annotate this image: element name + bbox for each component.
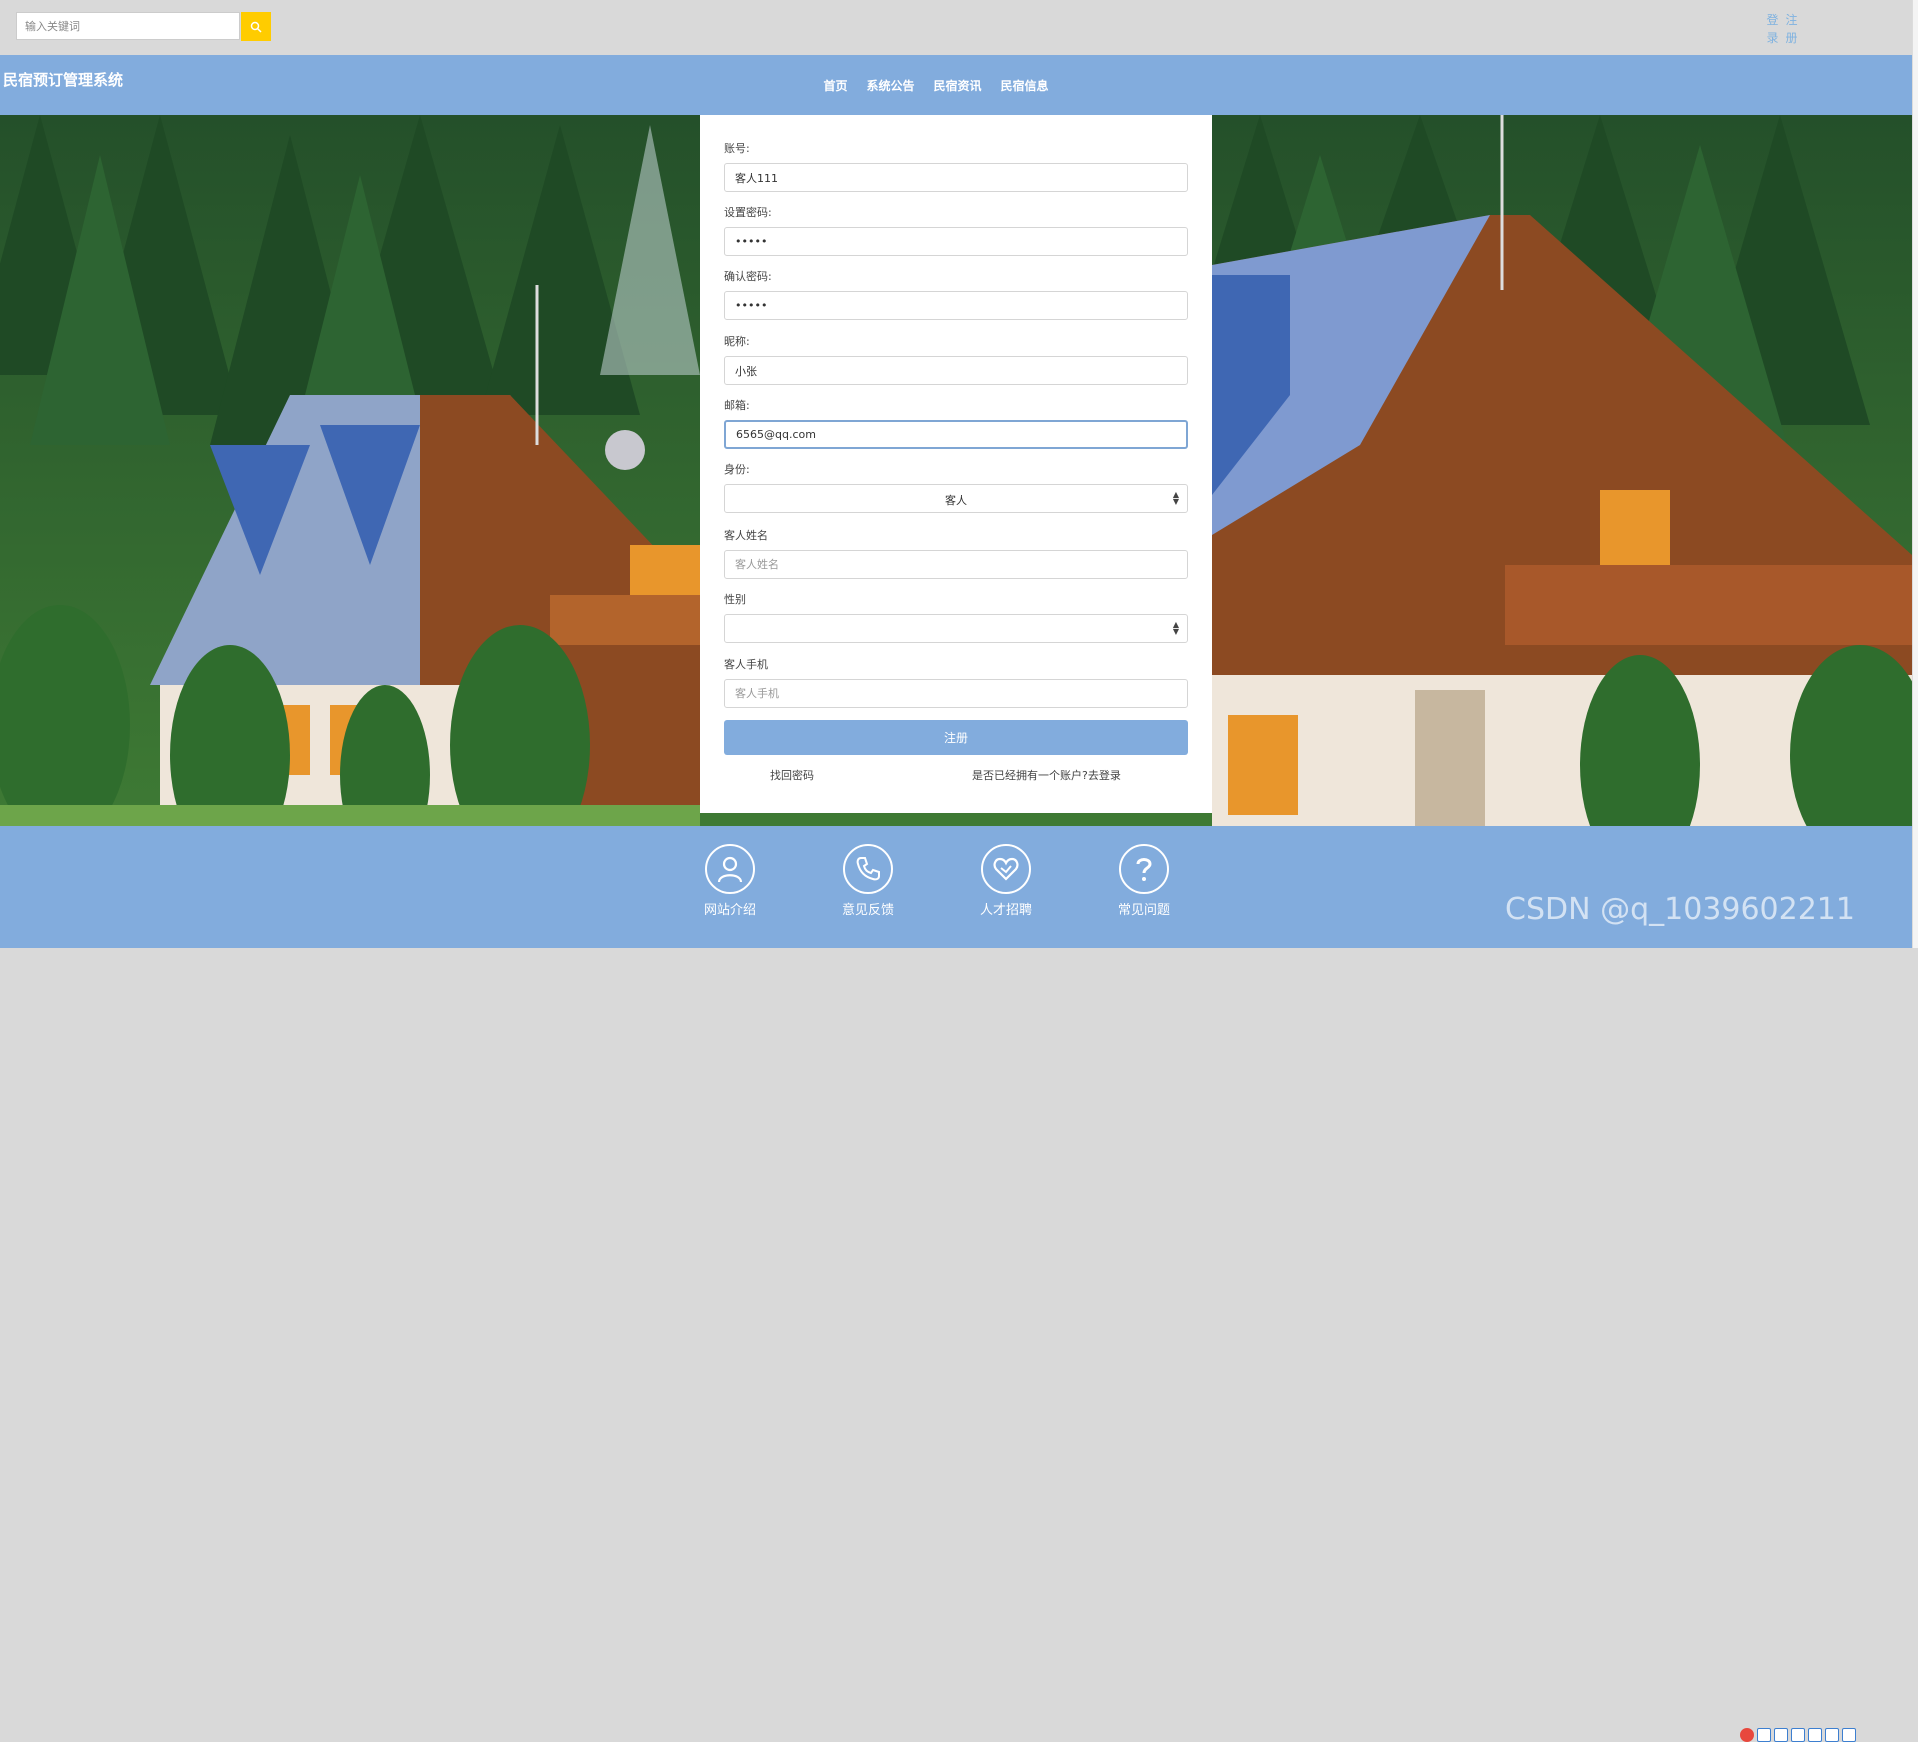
ime-mode-icon — [1757, 1728, 1771, 1742]
gender-label: 性别 — [724, 593, 746, 606]
account-label: 账号: — [724, 142, 750, 155]
footer-faq[interactable]: 常见问题 — [1104, 844, 1184, 918]
footer-careers-label: 人才招聘 — [979, 903, 1032, 918]
role-select[interactable]: 客人 ▲ ▼ — [724, 484, 1188, 513]
question-icon — [1119, 844, 1169, 894]
guest-phone-label: 客人手机 — [724, 658, 768, 671]
footer-about[interactable]: 网站介绍 — [690, 844, 770, 918]
footer-careers[interactable]: 人才招聘 — [966, 844, 1046, 918]
user-icon — [705, 844, 755, 894]
nav-news[interactable]: 民宿资讯 — [934, 77, 982, 94]
footer-feedback[interactable]: 意见反馈 — [828, 844, 908, 918]
watermark: CSDN @q_1039602211 — [1505, 892, 1855, 927]
ime-logo-icon — [1740, 1728, 1754, 1742]
ime-keyboard-icon — [1808, 1728, 1822, 1742]
phone-icon — [843, 844, 893, 894]
go-login-link[interactable]: 是否已经拥有一个账户?去登录 — [972, 767, 1121, 783]
nav-home[interactable]: 首页 — [823, 77, 847, 94]
search-icon — [250, 21, 262, 33]
guest-phone-input[interactable] — [724, 679, 1188, 708]
password-input[interactable] — [724, 227, 1188, 256]
password-label: 设置密码: — [724, 206, 772, 219]
login-link[interactable]: 登录 — [1766, 11, 1779, 47]
forgot-password-link[interactable]: 找回密码 — [770, 767, 814, 783]
ime-tools-icon — [1842, 1728, 1856, 1742]
ime-skin-icon — [1825, 1728, 1839, 1742]
footer-about-label: 网站介绍 — [703, 903, 756, 918]
confirm-password-input[interactable] — [724, 291, 1188, 320]
footer-feedback-label: 意见反馈 — [841, 903, 894, 918]
email-label: 邮箱: — [724, 399, 750, 412]
register-button[interactable]: 注册 — [724, 720, 1188, 755]
register-form: 账号: 设置密码: 确认密码: 昵称: 邮箱: 身份: 客人 ▲▼ 客人姓名 性… — [700, 115, 1212, 813]
account-input[interactable] — [724, 163, 1188, 192]
header: 民宿预订管理系统 首页 系统公告 民宿资讯 民宿信息 — [0, 55, 1912, 115]
register-link[interactable]: 注册 — [1785, 11, 1798, 47]
select-arrows-icon: ▲ ▼ — [1172, 490, 1179, 506]
gender-select[interactable]: ▲ ▼ — [724, 614, 1188, 643]
nickname-label: 昵称: — [724, 335, 750, 348]
nickname-input[interactable] — [724, 356, 1188, 385]
top-bar: 登录 注册 — [0, 0, 1918, 55]
footer-faq-label: 常见问题 — [1117, 903, 1170, 918]
ime-punct-icon — [1774, 1728, 1788, 1742]
heart-icon — [981, 844, 1031, 894]
page-scrollbar[interactable] — [1912, 0, 1918, 948]
select-arrows-icon: ▲ ▼ — [1172, 620, 1179, 636]
guest-name-label: 客人姓名 — [724, 529, 768, 542]
nav-homestay-info[interactable]: 民宿信息 — [1001, 77, 1049, 94]
nav-announcements[interactable]: 系统公告 — [866, 77, 914, 94]
role-label: 身份: — [724, 463, 750, 476]
guest-name-input[interactable] — [724, 550, 1188, 579]
email-input[interactable] — [724, 420, 1188, 449]
search-input[interactable] — [16, 12, 240, 40]
footer: 网站介绍 意见反馈 人才招聘 常见问题 — [0, 826, 1912, 1742]
role-select-value: 客人 — [945, 494, 967, 507]
search-button[interactable] — [241, 12, 271, 41]
ime-toolbar[interactable] — [1740, 1728, 1856, 1742]
ime-mic-icon — [1791, 1728, 1805, 1742]
confirm-password-label: 确认密码: — [724, 270, 772, 283]
main-nav: 首页 系统公告 民宿资讯 民宿信息 — [0, 77, 1912, 94]
